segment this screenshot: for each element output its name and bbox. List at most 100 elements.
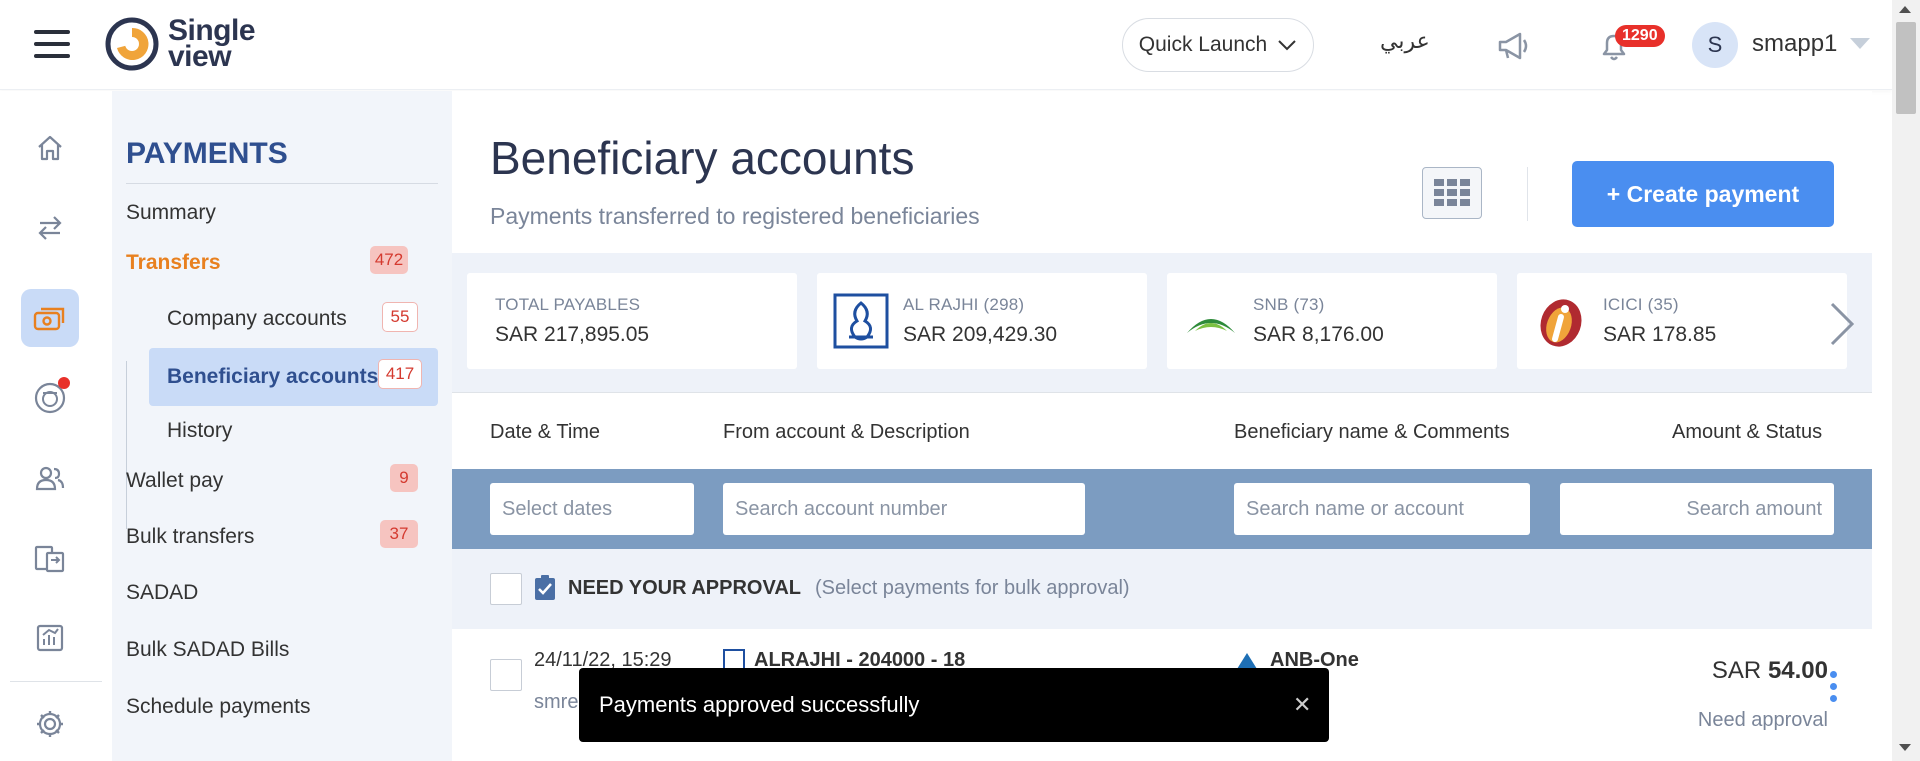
card-count: (73) <box>1293 295 1325 314</box>
card-icici[interactable]: ICICI (35) SAR 178.85 <box>1517 273 1847 369</box>
card-value: SAR 178.85 <box>1603 323 1717 346</box>
sidebar-divider <box>126 183 438 184</box>
column-header-beneficiary[interactable]: Beneficiary name & Comments <box>1234 421 1510 444</box>
card-label: SNB <box>1253 295 1289 314</box>
snb-logo-icon <box>1187 319 1235 333</box>
filter-bar <box>452 469 1872 549</box>
rail-users[interactable] <box>21 449 79 507</box>
row-amount: SAR 54.00 <box>1668 657 1828 685</box>
username[interactable]: smapp1 <box>1752 30 1837 58</box>
account-search-input[interactable] <box>723 483 1085 535</box>
payments-icon <box>33 307 65 331</box>
close-icon[interactable]: ✕ <box>1293 694 1311 716</box>
alert-dot <box>58 377 70 389</box>
quick-launch-dropdown[interactable]: Quick Launch <box>1122 18 1314 72</box>
header-divider <box>1527 167 1528 221</box>
avatar[interactable]: S <box>1692 22 1738 68</box>
sidebar-item-wallet-pay[interactable]: Wallet pay <box>126 469 223 493</box>
scrollbar-thumb[interactable] <box>1896 22 1916 114</box>
more-options-icon[interactable] <box>1826 671 1840 711</box>
rail-documents[interactable] <box>21 529 79 587</box>
card-count: (35) <box>1647 295 1679 314</box>
sidebar-item-company-accounts[interactable]: Company accounts <box>167 307 347 331</box>
bar-chart-icon <box>36 624 64 652</box>
toast-message: Payments approved successfully <box>599 692 920 717</box>
gear-icon <box>37 711 63 737</box>
sidebar-item-bulk-transfers[interactable]: Bulk transfers <box>126 525 254 549</box>
sidebar-item-summary[interactable]: Summary <box>126 201 216 225</box>
top-header: Single view Quick Launch عربي 1290 S smap… <box>0 0 1892 90</box>
chevron-right-icon[interactable] <box>1820 298 1860 350</box>
scroll-up-arrow-icon[interactable] <box>1899 6 1911 13</box>
column-header-amount[interactable]: Amount & Status <box>1672 421 1822 444</box>
grid-icon <box>1434 179 1470 206</box>
approval-clipboard-icon <box>535 575 555 600</box>
row-currency: SAR <box>1711 657 1762 684</box>
bulk-transfers-count-badge: 37 <box>380 520 418 548</box>
rail-settings[interactable] <box>21 695 79 753</box>
megaphone-icon[interactable] <box>1494 28 1534 62</box>
transfers-count-badge: 472 <box>370 246 408 274</box>
transfer-arrows-icon <box>38 216 62 240</box>
card-label: AL RAJHI <box>903 295 979 314</box>
payments-sidebar: PAYMENTS Summary Transfers 472 Company a… <box>112 91 452 761</box>
scroll-down-arrow-icon[interactable] <box>1899 744 1911 751</box>
documents-icon <box>34 545 65 573</box>
page-scrollbar[interactable] <box>1892 0 1920 761</box>
card-label: ICICI <box>1603 295 1643 314</box>
card-snb[interactable]: SNB (73) SAR 8,176.00 <box>1167 273 1497 369</box>
users-icon <box>35 466 65 491</box>
caret-down-icon[interactable] <box>1850 38 1870 49</box>
beneficiary-search-input[interactable] <box>1234 483 1530 535</box>
card-value: SAR 8,176.00 <box>1253 323 1384 346</box>
card-value: SAR 209,429.30 <box>903 323 1058 346</box>
sidebar-item-sadad[interactable]: SADAD <box>126 581 198 605</box>
hamburger-menu-icon[interactable] <box>34 30 70 58</box>
sidebar-item-transfers[interactable]: Transfers <box>126 251 221 275</box>
beneficiary-accounts-count-badge: 417 <box>378 359 422 389</box>
table-header: Date & Time From account & Description B… <box>452 393 1872 469</box>
rail-divider <box>10 681 102 682</box>
row-checkbox[interactable] <box>490 659 522 691</box>
column-header-from[interactable]: From account & Description <box>723 421 970 444</box>
submenu-guide-line <box>126 361 127 529</box>
row-user: smre <box>534 691 579 713</box>
amount-search-input[interactable] <box>1560 483 1834 535</box>
sidebar-item-bulk-sadad-bills[interactable]: Bulk SADAD Bills <box>126 638 289 662</box>
wallet-pay-count-badge: 9 <box>390 464 418 492</box>
home-icon <box>38 135 62 161</box>
sidebar-title: PAYMENTS <box>126 137 288 170</box>
app-logo[interactable]: Single view <box>104 16 256 73</box>
grid-view-toggle[interactable] <box>1422 167 1482 219</box>
sidebar-item-history[interactable]: History <box>167 419 232 443</box>
card-count: (298) <box>983 295 1025 314</box>
notification-count-badge: 1290 <box>1615 25 1665 47</box>
rail-savings[interactable] <box>21 369 79 427</box>
date-filter-input[interactable] <box>490 483 694 535</box>
sidebar-item-beneficiary-accounts-label: Beneficiary accounts <box>167 365 379 388</box>
sidebar-item-schedule-payments[interactable]: Schedule payments <box>126 695 310 719</box>
rail-reports[interactable] <box>21 609 79 667</box>
card-al-rajhi[interactable]: AL RAJHI (298) SAR 209,429.30 <box>817 273 1147 369</box>
success-toast: Payments approved successfully ✕ <box>579 668 1329 742</box>
quick-launch-label: Quick Launch <box>1138 33 1268 56</box>
summary-cards-strip: TOTAL PAYABLES SAR 217,895.05 AL RAJHI (… <box>452 253 1872 393</box>
singleview-logo-icon <box>105 17 159 71</box>
page-title: Beneficiary accounts <box>490 132 915 184</box>
rail-payments[interactable] <box>21 289 79 347</box>
logo-text-line2: view <box>168 40 232 73</box>
column-header-date[interactable]: Date & Time <box>490 421 600 444</box>
approval-label: NEED YOUR APPROVAL <box>568 577 801 599</box>
create-payment-button[interactable]: + Create payment <box>1572 161 1834 227</box>
rail-transfers[interactable] <box>21 199 79 257</box>
rail-home[interactable] <box>21 119 79 177</box>
select-all-checkbox[interactable] <box>490 573 522 605</box>
approval-hint: (Select payments for bulk approval) <box>815 577 1130 599</box>
card-value: SAR 217,895.05 <box>495 323 650 346</box>
icici-logo-icon <box>1540 299 1582 347</box>
card-label: TOTAL PAYABLES <box>495 295 641 314</box>
page-subtitle: Payments transferred to registered benef… <box>490 203 980 229</box>
company-accounts-count-badge: 55 <box>382 302 418 332</box>
language-switch[interactable]: عربي <box>1380 28 1430 54</box>
card-total-payables[interactable]: TOTAL PAYABLES SAR 217,895.05 <box>467 273 797 369</box>
